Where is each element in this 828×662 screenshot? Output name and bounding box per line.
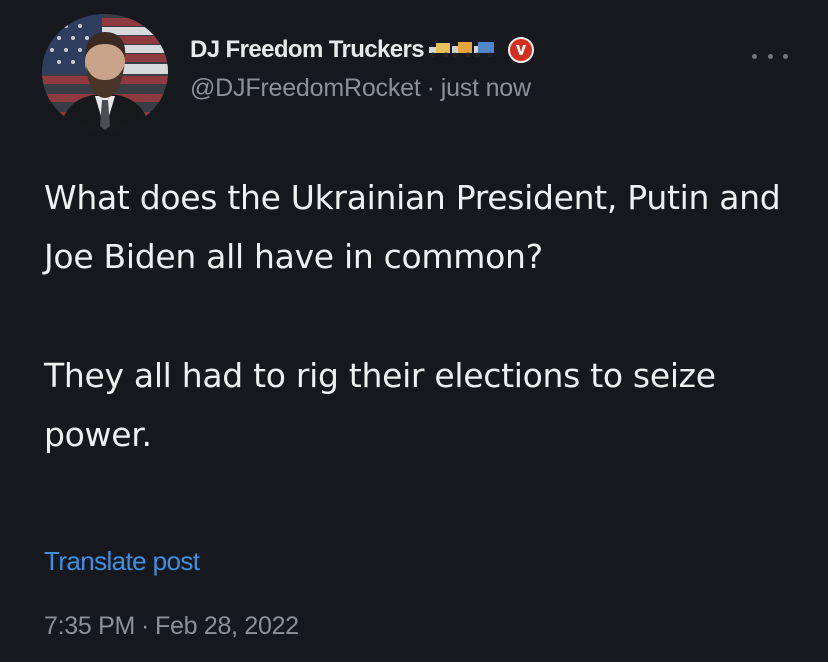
name-row: DJ Freedom Truckers — [190, 32, 535, 68]
display-name[interactable]: DJ Freedom Truckers — [190, 36, 425, 64]
tweet-paragraph-2: They all had to rig their elections to s… — [44, 356, 716, 454]
avatar[interactable] — [42, 14, 168, 130]
timestamp: 7:35 PM · Feb 28, 2022 — [44, 612, 299, 641]
handle-row: @DJFreedomRocket · just now — [190, 74, 534, 103]
post-date[interactable]: Feb 28, 2022 — [155, 612, 299, 640]
more-dot-icon — [767, 53, 773, 59]
avatar-image — [42, 14, 168, 130]
separator-dot: · — [141, 612, 150, 640]
more-dot-icon — [752, 53, 757, 59]
verified-badge-icon — [508, 37, 535, 63]
more-options-button[interactable] — [752, 44, 788, 68]
author-info: DJ Freedom Truckers @DJFreedomRocket · j… — [190, 32, 535, 103]
relative-time[interactable]: just now — [441, 74, 531, 102]
post-time[interactable]: 7:35 PM — [44, 612, 135, 640]
tweet-text: What does the Ukrainian President, Putin… — [44, 168, 804, 464]
tweet-card: DJ Freedom Truckers @DJFreedomRocket · j… — [0, 0, 828, 662]
separator-dot: · — [426, 74, 435, 102]
author-handle[interactable]: @DJFreedomRocket — [190, 74, 421, 102]
truck-emoji-group — [428, 38, 498, 62]
tweet-paragraph-1: What does the Ukrainian President, Putin… — [44, 178, 781, 276]
more-dot-icon — [783, 53, 788, 59]
v-letter-icon — [516, 45, 527, 55]
truck-icon — [429, 42, 495, 58]
translate-post-link[interactable]: Translate post — [44, 546, 200, 577]
